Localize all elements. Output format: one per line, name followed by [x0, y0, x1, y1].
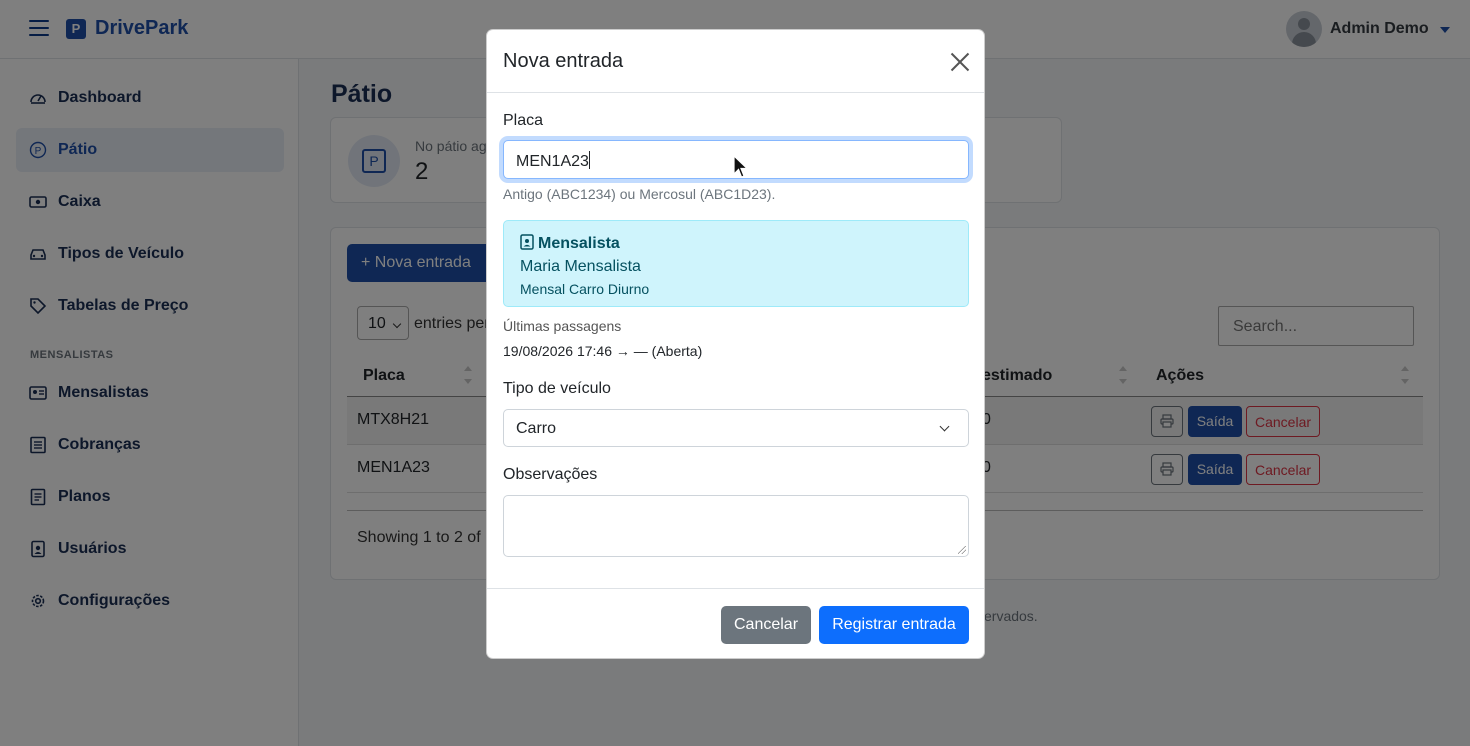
modal-header-divider: [487, 92, 984, 93]
id-badge-icon: [520, 234, 534, 250]
mensalista-name: Maria Mensalista: [520, 258, 641, 275]
tipo-veiculo-label: Tipo de veículo: [503, 380, 611, 397]
mensalista-title: Mensalista: [520, 234, 620, 253]
mensalista-plan: Mensal Carro Diurno: [520, 281, 650, 297]
mensalista-title-text: Mensalista: [538, 235, 620, 252]
modal-title: Nova entrada: [503, 50, 624, 72]
registrar-entrada-button[interactable]: Registrar entrada: [819, 606, 969, 644]
close-icon[interactable]: [949, 51, 971, 73]
modal-footer-divider: [487, 588, 984, 589]
last-passages-label: Últimas passagens: [503, 318, 622, 334]
placa-input-value: MEN1A23: [516, 153, 589, 170]
mensalista-alert: Mensalista Maria Mensalista Mensal Carro…: [503, 220, 969, 307]
placa-label: Placa: [503, 112, 544, 129]
last-passage-item: 19/08/2026 17:46 → — (Aberta): [503, 343, 703, 359]
observacoes-textarea[interactable]: [503, 495, 969, 557]
cancelar-button[interactable]: Cancelar: [721, 606, 811, 644]
mouse-cursor-icon: [733, 155, 749, 178]
chevron-down-icon: [939, 421, 950, 432]
observacoes-label: Observações: [503, 466, 598, 483]
tipo-veiculo-select[interactable]: Carro: [503, 409, 969, 447]
text-caret: [588, 151, 590, 169]
nova-entrada-modal: Nova entrada Placa MEN1A23 Antigo (ABC12…: [486, 29, 985, 659]
tipo-veiculo-value: Carro: [516, 420, 557, 437]
placa-hint: Antigo (ABC1234) ou Mercosul (ABC1D23).: [503, 186, 776, 202]
